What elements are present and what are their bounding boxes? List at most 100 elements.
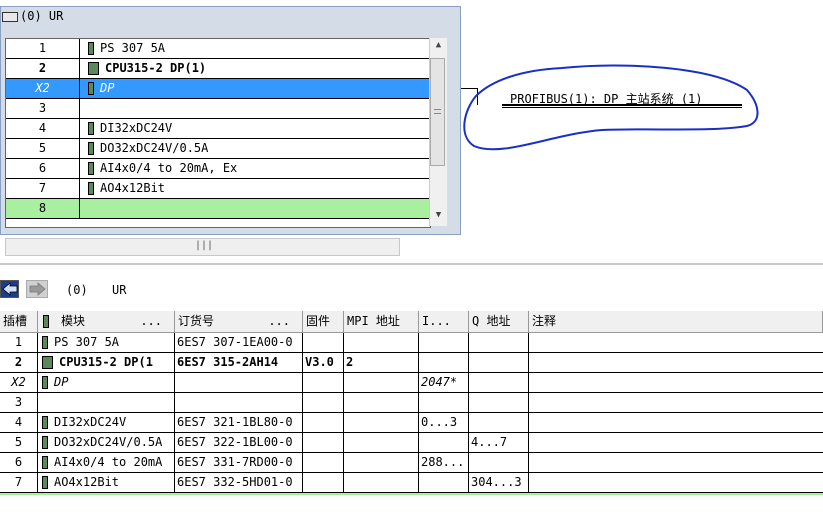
rack-row[interactable]: 6 AI4x0/4 to 20mA, Ex [6, 159, 430, 179]
back-arrow-icon[interactable] [0, 280, 19, 298]
forward-arrow-icon[interactable] [26, 280, 48, 298]
header-i-address[interactable]: I... [419, 311, 469, 333]
cell-slot: 1 [0, 333, 38, 352]
header-q-address[interactable]: Q 地址 [469, 311, 529, 333]
header-comment-label: 注释 [532, 314, 557, 328]
cell-q [469, 453, 529, 472]
cell-module: DO32xDC24V/0.5A [38, 433, 175, 452]
cell-i [419, 333, 469, 352]
header-slot[interactable]: 插槽 [0, 311, 38, 333]
header-order-number[interactable]: 订货号... [175, 311, 303, 333]
cell-module [38, 393, 175, 412]
rack-row[interactable]: 1 PS 307 5A [6, 39, 430, 59]
cell-fw: V3.0 [303, 353, 344, 372]
forward-arrow-glyph [29, 282, 46, 296]
rack-title: (0) UR [0, 7, 63, 25]
table-row[interactable]: 7 AO4x12Bit 6ES7 332-5HD01-0 304...3 [0, 473, 823, 493]
table-row[interactable]: X2 DP 2047* [0, 373, 823, 393]
rack-row[interactable]: 3 [6, 99, 430, 119]
rack-row[interactable]: 8 [6, 199, 430, 219]
panel-separator[interactable] [0, 263, 823, 265]
table-row[interactable]: 5 DO32xDC24V/0.5A 6ES7 322-1BL00-0 4...7 [0, 433, 823, 453]
rack-module-name: AO4x12Bit [100, 181, 166, 195]
cell-fw [303, 453, 344, 472]
header-q-address-label: Q 地址 [472, 314, 511, 328]
module-icon [42, 356, 53, 369]
cell-slot: 6 [0, 453, 38, 472]
cell-slot: 2 [0, 353, 38, 372]
module-icon [88, 42, 94, 55]
rack-title-text: (0) UR [20, 9, 64, 23]
cell-comment [529, 353, 823, 372]
rack-row[interactable]: 4 DI32xDC24V [6, 119, 430, 139]
highlight-circle [463, 64, 759, 151]
cell-slot: X2 [0, 373, 38, 392]
header-comment[interactable]: 注释 [529, 311, 823, 333]
cell-comment [529, 453, 823, 472]
rack-slot: 1 [6, 39, 80, 58]
cell-mpi [344, 333, 419, 352]
cell-i [419, 473, 469, 492]
rack-slot: 4 [6, 119, 80, 138]
table-row[interactable]: 1 PS 307 5A 6ES7 307-1EA00-0 [0, 333, 823, 353]
table-row[interactable]: 3 [0, 393, 823, 413]
cell-slot-text: X2 [11, 375, 26, 389]
rack-row[interactable]: 5 DO32xDC24V/0.5A [6, 139, 430, 159]
header-mpi-address-label: MPI 地址 [347, 314, 400, 328]
detail-empty-row [0, 493, 823, 495]
rack-module-name: DI32xDC24V [100, 121, 173, 135]
cell-comment [529, 413, 823, 432]
rack-module-name: DP [100, 81, 115, 95]
cell-q [469, 353, 529, 372]
header-module[interactable]: 模块... [38, 311, 175, 333]
cell-order: 6ES7 331-7RD00-0 [175, 453, 303, 472]
cell-module: PS 307 5A [38, 333, 175, 352]
module-icon [42, 416, 48, 429]
table-row[interactable]: 4 DI32xDC24V 6ES7 321-1BL80-0 0...3 [0, 413, 823, 433]
header-firmware[interactable]: 固件 [303, 311, 344, 333]
detail-table: 插槽 模块... 订货号... 固件 MPI 地址 I... Q 地址 注释 1 PS 307 5… [0, 311, 823, 513]
rack-slot: X2 [6, 79, 80, 98]
rack-slot: 2 [6, 59, 80, 78]
rack-module [84, 199, 430, 218]
cell-comment [529, 473, 823, 492]
cell-module-text: AI4x0/4 to 20mA [54, 455, 163, 469]
rack-slot: 3 [6, 99, 80, 118]
scroll-down-icon[interactable]: ▼ [430, 210, 447, 220]
table-row[interactable]: 6 AI4x0/4 to 20mA 6ES7 331-7RD00-0 288... [0, 453, 823, 473]
rack-module: PS 307 5A [84, 39, 430, 58]
cell-i [419, 433, 469, 452]
cell-mpi [344, 413, 419, 432]
cell-slot-text: 5 [14, 435, 23, 449]
rack-module [84, 99, 430, 118]
cell-q: 304...3 [469, 473, 529, 492]
rack-slot: 8 [6, 199, 80, 218]
rack-module: CPU315-2 DP(1) [84, 59, 430, 78]
rack-scroll-thumb[interactable] [430, 58, 445, 166]
rack-module-name: CPU315-2 DP(1) [105, 61, 207, 75]
cell-q-text: 304...3 [471, 475, 522, 489]
cell-slot-text: 1 [14, 335, 23, 349]
scroll-up-icon[interactable]: ▲ [430, 40, 447, 50]
cell-q: 4...7 [469, 433, 529, 452]
header-mpi-address[interactable]: MPI 地址 [344, 311, 419, 333]
table-row[interactable]: 2 CPU315-2 DP(1 6ES7 315-2AH14 V3.0 2 [0, 353, 823, 373]
cell-q [469, 413, 529, 432]
rack-row[interactable]: X2 DP [6, 79, 430, 99]
cell-mpi [344, 393, 419, 412]
grip-icon [434, 109, 441, 114]
cell-module: DP [38, 373, 175, 392]
cell-order-text: 6ES7 321-1BL80-0 [177, 415, 293, 429]
cell-comment [529, 373, 823, 392]
module-icon [88, 182, 94, 195]
rack-row[interactable]: 7 AO4x12Bit [6, 179, 430, 199]
cell-i: 0...3 [419, 413, 469, 432]
cell-q-text: 4...7 [471, 435, 508, 449]
rack-row[interactable]: 2 CPU315-2 DP(1) [6, 59, 430, 79]
header-module-suffix: ... [140, 314, 162, 328]
header-i-address-label: I... [422, 314, 451, 328]
cell-order-text: 6ES7 307-1EA00-0 [177, 335, 293, 349]
rack-icon [2, 11, 18, 22]
cell-mpi [344, 453, 419, 472]
cell-mpi [344, 433, 419, 452]
